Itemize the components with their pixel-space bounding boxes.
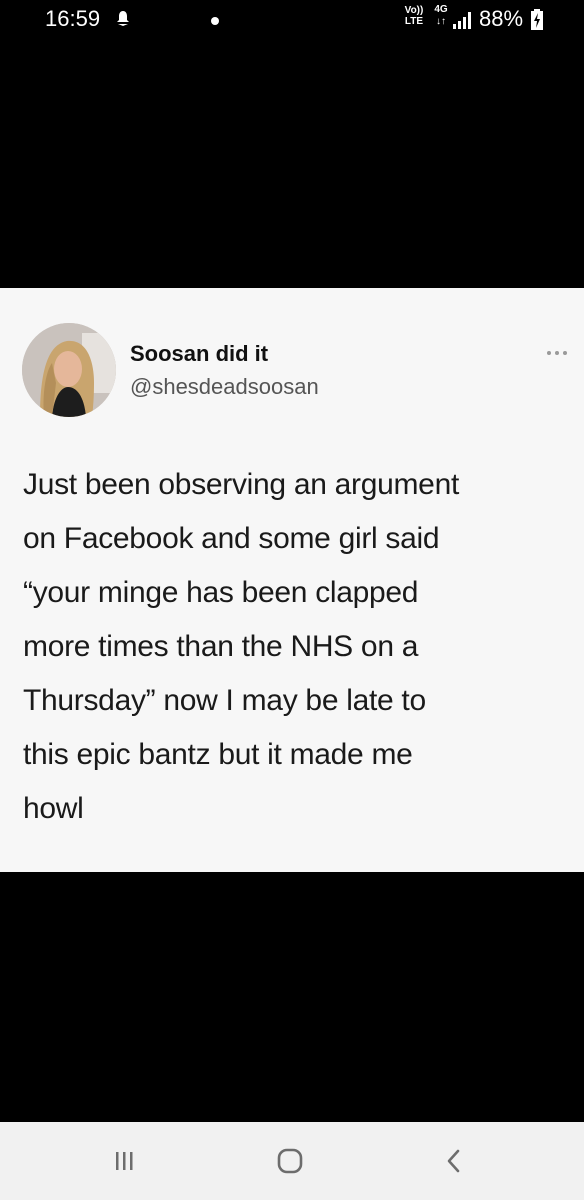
back-icon[interactable] <box>434 1144 474 1178</box>
notification-icon <box>117 11 129 26</box>
tweet-text-line: howl <box>23 792 84 825</box>
more-options-icon[interactable] <box>544 346 574 360</box>
tweet-text-line: “your minge has been clapped <box>23 576 419 609</box>
display-name[interactable]: Soosan did it <box>130 341 268 367</box>
status-time: 16:59 <box>45 6 101 31</box>
user-handle[interactable]: @shesdeadsoosan <box>130 374 319 400</box>
tweet-text-line: on Facebook and some girl said <box>23 522 440 555</box>
volte-top-label: Vo)) <box>404 5 424 16</box>
tweet-text-line: more times than the NHS on a <box>23 630 419 663</box>
battery-charging-icon <box>531 9 543 30</box>
network-type-icon: 4G ↓↑ <box>431 4 451 32</box>
volte-icon: Vo)) LTE <box>399 5 429 31</box>
avatar[interactable] <box>22 323 116 417</box>
tweet-text: Just been observing an argument on Faceb… <box>23 458 573 836</box>
tweet-card: Soosan did it @shesdeadsoosan Just been … <box>0 288 584 872</box>
tweet-text-line: Thursday” now I may be late to <box>23 684 426 717</box>
status-dot <box>211 17 219 25</box>
network-type-label: 4G <box>434 4 448 15</box>
battery-percent: 88% <box>479 6 524 31</box>
home-icon[interactable] <box>270 1144 310 1178</box>
tweet-text-line: Just been observing an argument <box>23 468 459 501</box>
avatar-image <box>22 323 116 417</box>
tweet-text-line: this epic bantz but it made me <box>23 738 413 771</box>
recent-apps-icon[interactable] <box>104 1144 144 1178</box>
network-activity-label: ↓↑ <box>436 16 446 27</box>
status-bar: 16:59 Vo)) LTE 4G ↓↑ 88% <box>0 0 584 44</box>
signal-icon <box>453 12 471 29</box>
navigation-bar <box>0 1122 584 1200</box>
volte-bottom-label: LTE <box>404 16 424 27</box>
